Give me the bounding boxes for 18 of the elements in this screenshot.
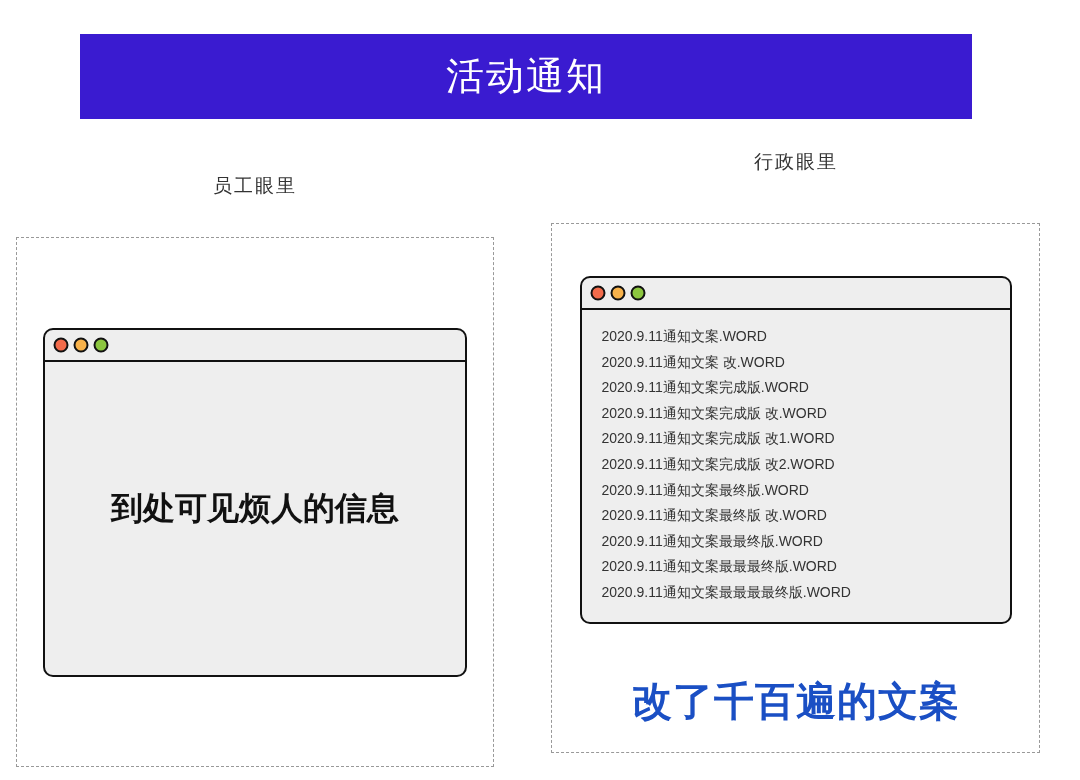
file-name: 2020.9.11通知文案完成版 改2.WORD	[601, 454, 836, 474]
file-name: 2020.9.11通知文案.WORD	[601, 327, 768, 346]
message-text: 到处可见烦人的信息	[111, 488, 399, 528]
file-name: 2020.9.11通知文案最最最终版.WORD	[601, 557, 838, 577]
file-name: 2020.9.11通知文案最最最最终版.WORD	[601, 582, 852, 602]
slogan-text: 改了千百遍的文案	[631, 678, 960, 725]
caption: 员工眼里	[213, 174, 297, 197]
file-name: 2020.9.11通知文案最终版 改.WORD	[601, 506, 828, 526]
file-name: 2020.9.11通知文案完成版.WORD	[601, 378, 810, 398]
file-name: 2020.9.11通知文案最终版.WORD	[601, 480, 810, 500]
caption: 行政眼里	[753, 150, 838, 173]
file-name: 2020.9.11通知文案完成版 改1.WORD	[601, 429, 836, 449]
window-controls-icon	[589, 285, 646, 301]
window-controls-icon	[53, 337, 109, 353]
file-name: 2020.9.11通知文案完成版 改.WORD	[601, 403, 828, 423]
banner-title: 活动通知	[446, 54, 606, 99]
file-name: 2020.9.11通知文案 改.WORD	[601, 352, 786, 372]
file-name: 2020.9.11通知文案最最终版.WORD	[601, 531, 824, 551]
